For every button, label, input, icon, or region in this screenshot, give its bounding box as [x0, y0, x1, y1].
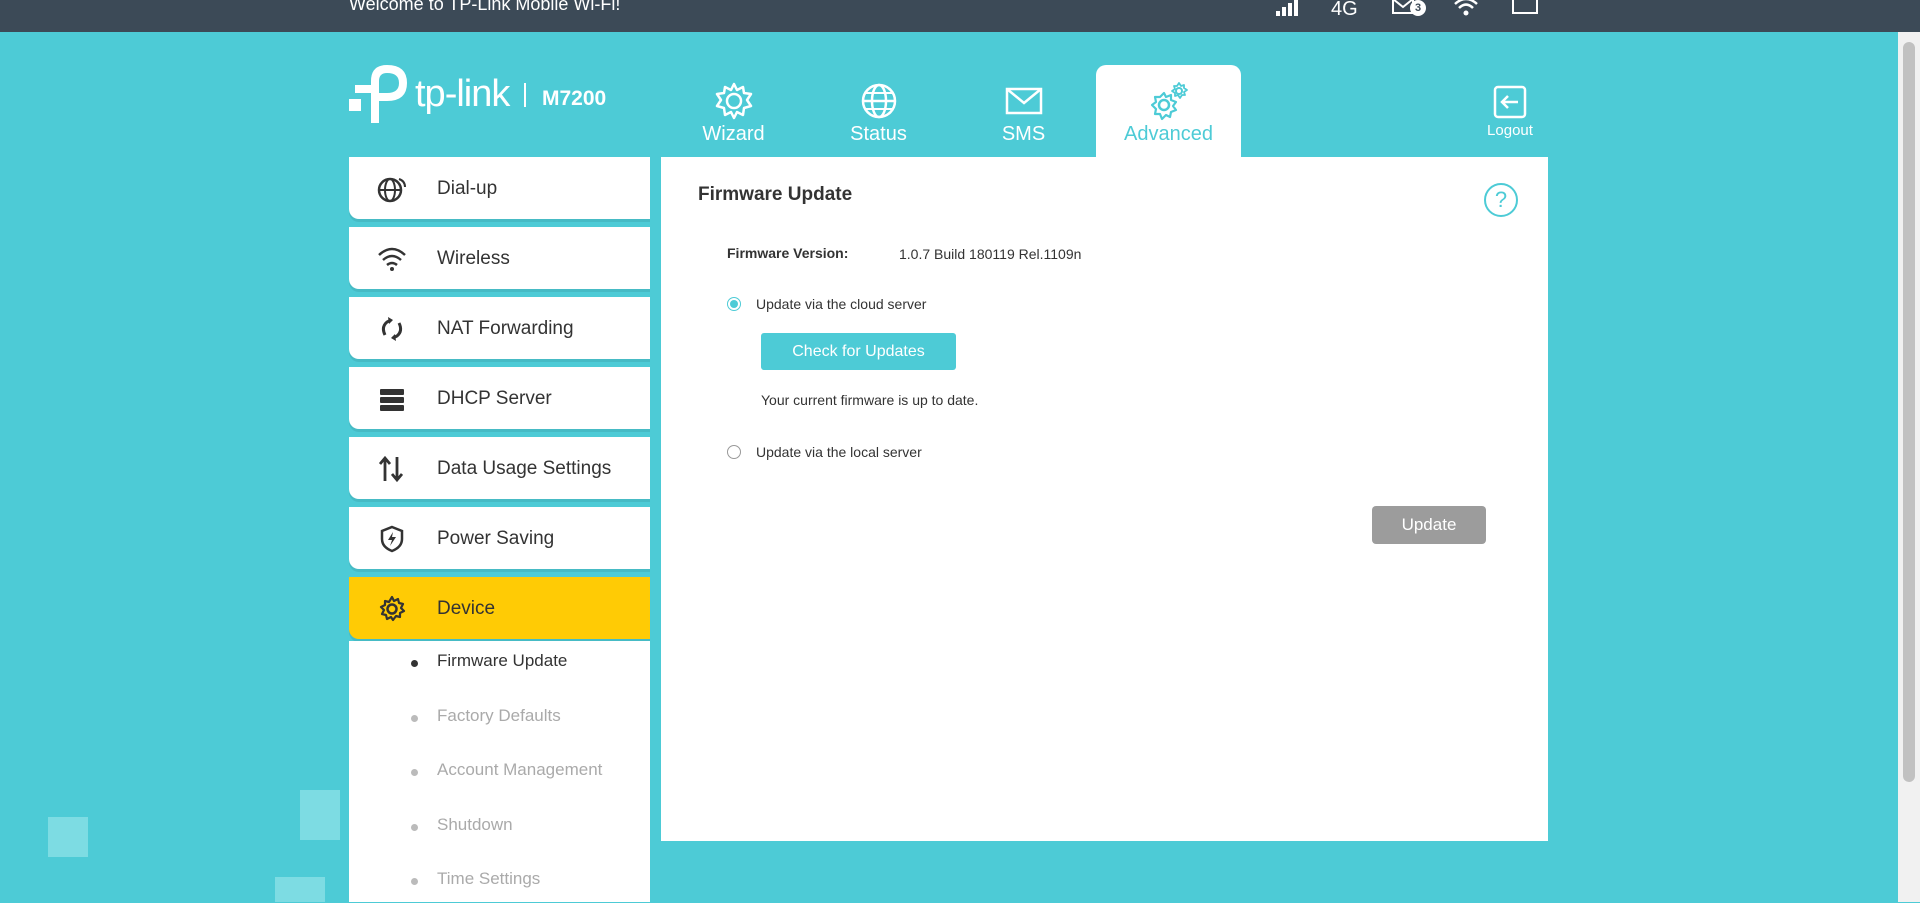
logo-divider [524, 83, 526, 107]
battery-icon [1512, 0, 1538, 18]
sidebar-item-label: Wireless [437, 248, 510, 269]
model-name: M7200 [542, 87, 607, 110]
submenu-item-label: Factory Defaults [437, 706, 561, 725]
sidebar-item-label: NAT Forwarding [437, 318, 574, 339]
tab-label: Status [850, 123, 907, 145]
bullet-dot [411, 769, 418, 776]
sidebar-item-dial-up[interactable]: Dial-up [349, 157, 650, 219]
logout-button[interactable]: Logout [1480, 84, 1540, 139]
logout-label: Logout [1487, 122, 1533, 139]
submenu-item-shutdown[interactable]: Shutdown [349, 805, 650, 849]
submenu-item-factory-defaults[interactable]: Factory Defaults [349, 696, 650, 740]
local-server-label[interactable]: Update via the local server [756, 444, 922, 460]
scrollbar-thumb[interactable] [1903, 42, 1915, 782]
device-submenu: Firmware Update Factory Defaults Account… [349, 641, 650, 902]
wifi-icon [1453, 0, 1479, 18]
sidebar: Dial-up Wireless NAT Forwarding DHCP Ser… [349, 157, 650, 902]
status-bar: Welcome to TP-Link Mobile Wi-Fi! 4G 3 [0, 0, 1920, 32]
sidebar-item-label: Device [437, 598, 496, 619]
globe-icon [861, 83, 896, 119]
gear-icon [379, 595, 406, 622]
sidebar-item-wireless[interactable]: Wireless [349, 227, 650, 289]
check-for-updates-button[interactable]: Check for Updates [761, 333, 956, 370]
update-button[interactable]: Update [1372, 506, 1486, 544]
local-server-radio[interactable] [727, 445, 741, 459]
tab-advanced[interactable]: Advanced [1096, 65, 1241, 157]
sidebar-item-power-saving[interactable]: Power Saving [349, 507, 650, 569]
help-icon[interactable]: ? [1484, 183, 1518, 217]
mail-icon[interactable]: 3 [1392, 0, 1426, 18]
firmware-status-message: Your current firmware is up to date. [761, 392, 979, 408]
decor-square [48, 817, 88, 857]
wifi-icon [378, 247, 406, 271]
network-type: 4G [1331, 0, 1358, 20]
tab-wizard[interactable]: Wizard [661, 65, 806, 157]
envelope-icon [1005, 87, 1042, 115]
gears-icon [1150, 82, 1188, 121]
firmware-version-label: Firmware Version: [727, 245, 849, 261]
bullet-dot [411, 878, 418, 885]
submenu-item-firmware-update[interactable]: Firmware Update [349, 641, 650, 685]
gear-icon [715, 82, 752, 120]
brand-name: tp-link [415, 73, 510, 115]
server-icon [380, 389, 404, 411]
globe-antenna-icon [377, 177, 406, 203]
sidebar-item-dhcp-server[interactable]: DHCP Server [349, 367, 650, 429]
page-scrollbar[interactable] [1898, 32, 1920, 902]
tab-sms[interactable]: SMS [951, 65, 1096, 157]
bullet-dot [411, 715, 418, 722]
logout-icon [1493, 85, 1527, 119]
sidebar-item-label: Data Usage Settings [437, 458, 612, 479]
submenu-item-account-management[interactable]: Account Management [349, 750, 650, 794]
tab-label: Advanced [1124, 123, 1213, 145]
page-title: Firmware Update [698, 184, 853, 205]
submenu-item-label: Account Management [437, 760, 603, 779]
cloud-server-radio[interactable] [727, 297, 741, 311]
submenu-item-label: Firmware Update [437, 651, 568, 670]
bullet-dot [411, 660, 418, 667]
tab-status[interactable]: Status [806, 65, 951, 157]
sms-count-badge: 3 [1410, 0, 1426, 16]
sidebar-item-nat-forwarding[interactable]: NAT Forwarding [349, 297, 650, 359]
shield-bolt-icon [380, 525, 404, 553]
sidebar-item-device[interactable]: Device [349, 577, 650, 639]
tp-link-mark-icon [349, 65, 407, 123]
sidebar-item-data-usage-settings[interactable]: Data Usage Settings [349, 437, 650, 499]
up-down-arrows-icon [378, 455, 404, 483]
signal-icon [1276, 0, 1300, 18]
submenu-item-label: Shutdown [437, 815, 513, 834]
decor-square [300, 790, 340, 840]
sidebar-item-label: Power Saving [437, 528, 555, 549]
welcome-text: Welcome to TP-Link Mobile Wi-Fi! [349, 0, 621, 14]
firmware-update-panel: Firmware Update ? Firmware Version: 1.0.… [661, 157, 1548, 841]
sidebar-item-label: DHCP Server [437, 388, 552, 409]
decor-square [275, 877, 325, 902]
forwarding-icon [381, 317, 403, 341]
tab-label: SMS [1001, 123, 1046, 145]
submenu-item-label: Time Settings [437, 869, 541, 888]
sidebar-item-label: Dial-up [437, 178, 498, 199]
firmware-version-value: 1.0.7 Build 180119 Rel.1109n [899, 246, 1082, 262]
tab-label: Wizard [702, 123, 765, 145]
bullet-dot [411, 824, 418, 831]
submenu-item-time-settings[interactable]: Time Settings [349, 859, 650, 903]
cloud-server-label[interactable]: Update via the cloud server [756, 296, 926, 312]
